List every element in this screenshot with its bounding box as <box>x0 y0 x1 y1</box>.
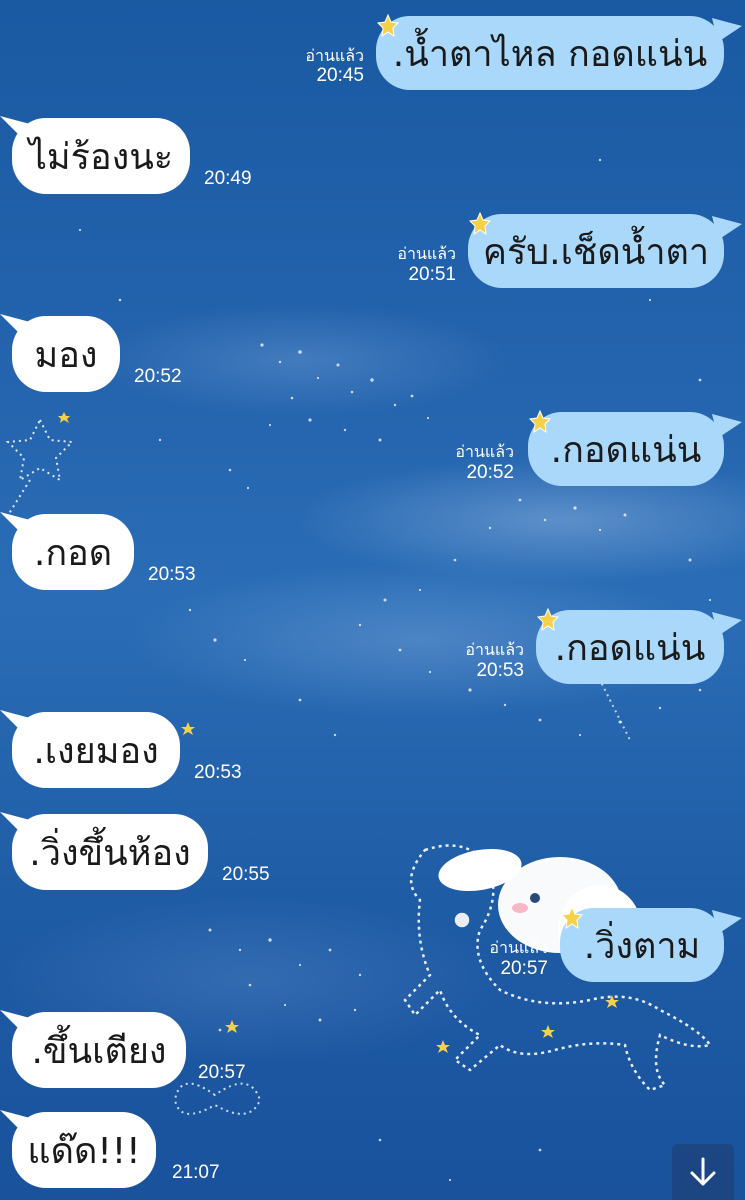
chat-background: อ่านแล้ว 20:45 .น้ำตาไหล กอดแน่น ไม่ร้อง… <box>0 0 745 1200</box>
message-time: 20:49 <box>204 168 252 189</box>
star-icon <box>376 14 400 38</box>
message-time: 20:53 <box>194 762 242 783</box>
star-icon <box>468 212 492 236</box>
star-icon <box>560 906 584 930</box>
incoming-bubble[interactable]: แด๊ด!!! <box>12 1112 156 1188</box>
message-time: 20:45 <box>316 65 364 86</box>
bubble-tail <box>712 910 742 934</box>
arrow-down-icon <box>690 1157 716 1186</box>
scroll-to-bottom-button[interactable] <box>672 1144 734 1200</box>
incoming-bubble[interactable]: มอง <box>12 316 120 392</box>
incoming-bubble[interactable]: .ขึ้นเตียง <box>12 1012 186 1088</box>
message-time: 20:51 <box>408 264 456 285</box>
outgoing-bubble[interactable]: .กอดแน่น <box>528 412 724 486</box>
message-time: 20:55 <box>222 864 270 885</box>
message-time: 20:53 <box>476 660 524 681</box>
bubble-tail <box>712 612 742 636</box>
outgoing-bubble[interactable]: .กอดแน่น <box>536 610 724 684</box>
incoming-bubble[interactable]: .เงยมอง <box>12 712 180 788</box>
bubble-tail <box>712 216 742 240</box>
outgoing-bubble[interactable]: .วิ่งตาม <box>560 908 724 982</box>
star-icon <box>528 410 552 434</box>
message-time: 20:52 <box>466 462 514 483</box>
incoming-bubble[interactable]: .วิ่งขึ้นห้อง <box>12 814 208 890</box>
message-time: 20:52 <box>134 366 182 387</box>
message-time: 20:53 <box>148 564 196 585</box>
message-time: 21:07 <box>172 1162 220 1183</box>
message-time: 20:57 <box>500 958 548 979</box>
message-time: 20:57 <box>198 1062 246 1083</box>
bubble-tail <box>712 414 742 438</box>
bubble-tail <box>712 18 742 42</box>
incoming-bubble[interactable]: ไม่ร้องนะ <box>12 118 190 194</box>
incoming-bubble[interactable]: .กอด <box>12 514 134 590</box>
outgoing-bubble[interactable]: .น้ำตาไหล กอดแน่น <box>376 16 724 90</box>
star-icon <box>536 608 560 632</box>
outgoing-bubble[interactable]: ครับ.เช็ดน้ำตา <box>468 214 724 288</box>
